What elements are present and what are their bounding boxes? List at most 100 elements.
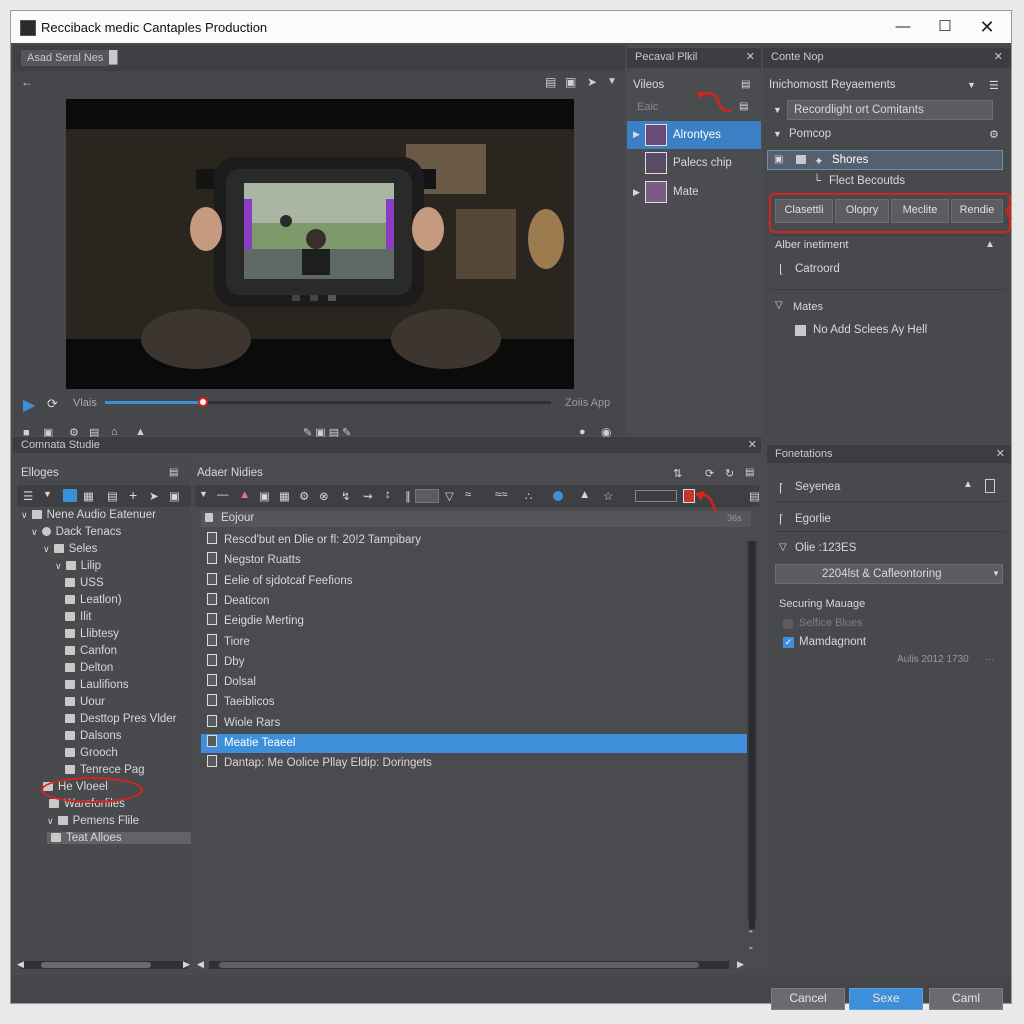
- audio-icon[interactable]: ≈: [465, 489, 471, 501]
- file-row[interactable]: Deaticon: [201, 592, 751, 611]
- file-hscroll-thumb[interactable]: [219, 962, 699, 968]
- bookmark-icon[interactable]: [985, 479, 995, 493]
- pin-icon[interactable]: ➤: [587, 75, 597, 89]
- play-icon[interactable]: ▶: [23, 395, 35, 415]
- tree-item[interactable]: Teat Alloes: [47, 832, 191, 844]
- project-search-input[interactable]: Eaic: [637, 101, 658, 113]
- menu-icon[interactable]: ☰: [989, 79, 999, 92]
- expand-arrow-icon[interactable]: ∨: [21, 510, 28, 520]
- tree-item[interactable]: Canfon: [65, 645, 117, 657]
- clip-icon[interactable]: ∥: [405, 489, 411, 503]
- refresh-icon[interactable]: ⟳: [705, 467, 714, 480]
- file-row[interactable]: Rescd'but en Dlie or fl: 20!2 Tampibary: [201, 531, 751, 550]
- expand-arrow-icon[interactable]: ∨: [55, 561, 62, 571]
- save-icon[interactable]: ▤: [545, 75, 556, 89]
- inspector-dropdown[interactable]: Inichomostt Reyaements: [769, 79, 896, 91]
- monitor-icon[interactable]: ▤: [749, 489, 760, 503]
- grid-icon[interactable]: ▦: [279, 489, 290, 503]
- file-row[interactable]: Dby: [201, 653, 751, 672]
- panel-menu-icon[interactable]: ▼: [607, 76, 617, 87]
- section-options-icon[interactable]: ⚙: [989, 128, 999, 141]
- tree-item[interactable]: Ilit: [65, 611, 92, 623]
- warning-icon[interactable]: ▲: [239, 489, 250, 501]
- view-toggle[interactable]: [415, 489, 439, 503]
- tree-scroll-thumb[interactable]: [41, 962, 151, 968]
- tree-item[interactable]: ∨ Nene Audio Eatenuer: [21, 509, 156, 521]
- collapse-arrow-icon[interactable]: ▼: [773, 105, 782, 115]
- scroll-right-icon[interactable]: ▶: [737, 959, 744, 970]
- filter-icon[interactable]: ▽: [445, 489, 454, 503]
- sync-icon[interactable]: ↻: [725, 467, 734, 480]
- file-row[interactable]: Wiole Rars: [201, 714, 751, 733]
- file-list-scrollbar[interactable]: [747, 541, 757, 929]
- preview-tab[interactable]: Asad Seral Nes: [21, 50, 110, 66]
- expand-arrow-icon[interactable]: ∨: [43, 544, 50, 554]
- tree-item[interactable]: Uour: [65, 696, 105, 708]
- file-row[interactable]: Tiore: [201, 633, 751, 652]
- frame-icon[interactable]: ▣: [259, 489, 270, 503]
- property-dropdown[interactable]: 2204lst & Cafleontoring ▼: [775, 564, 1003, 584]
- file-row[interactable]: Dolsal: [201, 673, 751, 692]
- maximize-button[interactable]: ☐: [925, 15, 965, 39]
- columns-icon[interactable]: ▤: [107, 489, 118, 503]
- scrubber-playhead[interactable]: [198, 397, 209, 407]
- checkbox-checked[interactable]: ✓: [783, 637, 794, 648]
- chevron-down-icon[interactable]: ▼: [967, 80, 976, 90]
- scroll-left-icon[interactable]: ◀: [17, 959, 24, 970]
- chevron-down-icon[interactable]: ▼: [199, 489, 208, 499]
- star-icon[interactable]: ☆: [603, 489, 613, 503]
- expand-arrow-icon[interactable]: ∨: [31, 527, 38, 537]
- file-row[interactable]: Dantap: Me Oolice Pllay Eldip: Doringets: [201, 754, 751, 773]
- tree-item[interactable]: Desttop Pres Vlder: [65, 713, 177, 725]
- tab-menu-icon[interactable]: █: [109, 48, 118, 66]
- chevron-down-icon[interactable]: ▼: [43, 489, 52, 499]
- scrubber-track[interactable]: [105, 397, 551, 407]
- file-hscrollbar[interactable]: [209, 961, 729, 969]
- expand-arrow-icon[interactable]: ∨: [47, 816, 54, 826]
- project-view-icon[interactable]: ▤: [739, 101, 748, 112]
- tree-item[interactable]: Laulifions: [65, 679, 129, 691]
- tree-item[interactable]: Grooch: [65, 747, 118, 759]
- tag-icon[interactable]: ➤: [149, 489, 159, 503]
- tree-item[interactable]: ∨ Lilip: [55, 560, 101, 572]
- loop-icon[interactable]: ⟳: [47, 396, 58, 412]
- file-row[interactable]: Eeigdie Merting: [201, 612, 751, 631]
- eye-icon[interactable]: ⊗: [319, 489, 329, 503]
- browser-close-icon[interactable]: ✕: [748, 437, 757, 453]
- panel-menu-icon[interactable]: ▤: [745, 467, 754, 478]
- tree-item[interactable]: ∨ Pemens Flile: [47, 815, 139, 827]
- section-header-button[interactable]: Recordlight ort Comitants: [787, 100, 993, 120]
- grid-view-icon[interactable]: [63, 489, 77, 502]
- tree-item[interactable]: ∨ Seles: [43, 543, 97, 555]
- inspector-close-icon[interactable]: ✕: [994, 48, 1003, 66]
- tree-sub-label[interactable]: Flect Becoutds: [829, 175, 905, 187]
- collapse-up-icon[interactable]: ▲: [985, 239, 995, 250]
- tree-item[interactable]: Delton: [65, 662, 113, 674]
- tree-item[interactable]: Llibtesy: [65, 628, 119, 640]
- column-header[interactable]: Eojour 36s: [201, 511, 751, 527]
- sort-icon[interactable]: ⇅: [673, 467, 682, 480]
- close-button[interactable]: ✕: [967, 15, 1007, 39]
- file-scroll-thumb[interactable]: [749, 541, 755, 929]
- video-viewer[interactable]: [66, 99, 574, 389]
- record-icon[interactable]: [683, 489, 695, 503]
- settings-icon[interactable]: ⚙: [299, 489, 309, 503]
- tree-item[interactable]: ∨ Dack Tenacs: [31, 526, 121, 538]
- tree-item[interactable]: Dalsons: [65, 730, 122, 742]
- scroll-up-icon[interactable]: ⌃: [747, 929, 755, 940]
- library-menu-icon[interactable]: ▤: [169, 467, 178, 478]
- scroll-right-icon[interactable]: ▶: [183, 959, 190, 970]
- scroll-down-icon[interactable]: ⌄: [747, 941, 755, 952]
- file-row[interactable]: Taeiblicos: [201, 693, 751, 712]
- pin-icon[interactable]: ⇝: [363, 489, 373, 503]
- back-arrow-icon[interactable]: ←: [21, 75, 33, 89]
- info-icon[interactable]: ⋯: [985, 654, 994, 665]
- properties-close-icon[interactable]: ✕: [996, 445, 1005, 463]
- list-menu-icon[interactable]: ▤: [741, 79, 750, 90]
- checkbox[interactable]: [783, 619, 793, 629]
- scroll-left-icon[interactable]: ◀: [197, 959, 204, 970]
- link-icon[interactable]: ▣: [169, 489, 180, 503]
- collapse-up-icon[interactable]: ▲: [963, 479, 973, 490]
- lock-icon[interactable]: ▲: [579, 489, 590, 501]
- file-row[interactable]: Meatie Teaeel: [201, 734, 751, 753]
